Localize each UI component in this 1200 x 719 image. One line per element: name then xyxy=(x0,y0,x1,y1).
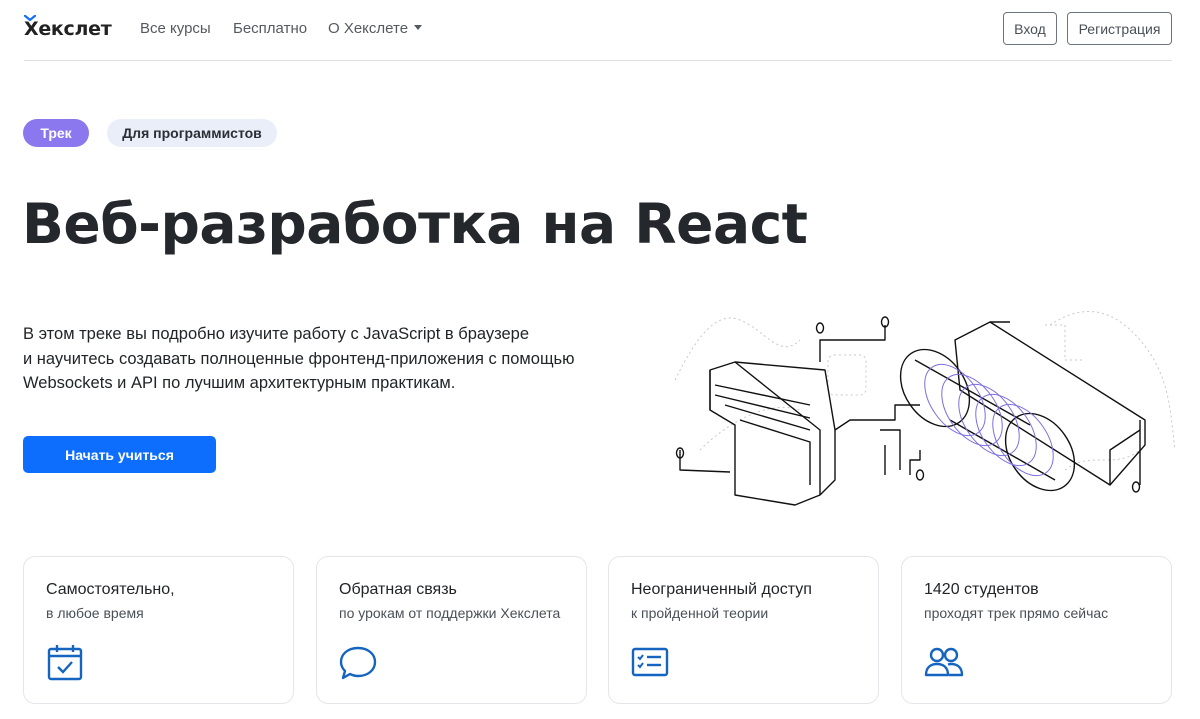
feature-card-feedback: Обратная связь по урокам от поддержки Хе… xyxy=(316,556,587,704)
hero-description: В этом треке вы подробно изучите работу … xyxy=(23,322,623,396)
feature-subtitle: к пройденной теории xyxy=(631,605,769,621)
start-learning-button[interactable]: Начать учиться xyxy=(23,436,216,473)
calendar-check-icon xyxy=(47,645,83,681)
feature-card-self-paced: Самостоятельно, в любое время xyxy=(23,556,294,704)
login-button[interactable]: Вход xyxy=(1003,12,1057,45)
hero-illustration xyxy=(674,311,1176,506)
logo-text: Хекслет xyxy=(24,18,112,40)
feature-title: Обратная связь xyxy=(339,581,457,598)
chat-bubble-icon xyxy=(339,646,377,680)
feature-title: Неограниченный доступ xyxy=(631,581,812,598)
page-title: Веб-разработка на React xyxy=(22,192,808,256)
nav-about-dropdown[interactable]: О Хекслете xyxy=(328,20,423,37)
feature-card-unlimited-access: Неограниченный доступ к пройденной теори… xyxy=(608,556,879,704)
nav-all-courses[interactable]: Все курсы xyxy=(140,20,211,37)
feature-title: 1420 студентов xyxy=(924,581,1039,598)
navbar: Хекслет Все курсы Бесплатно О Хекслете В… xyxy=(24,0,1172,61)
audience-badge: Для программистов xyxy=(107,119,277,147)
nav-free[interactable]: Бесплатно xyxy=(233,20,307,37)
caret-down-icon xyxy=(414,25,423,30)
feature-subtitle: по урокам от поддержки Хекслета xyxy=(339,605,561,621)
feature-card-students: 1420 студентов проходят трек прямо сейча… xyxy=(901,556,1172,704)
checklist-icon xyxy=(631,647,669,677)
feature-subtitle: в любое время xyxy=(46,605,144,621)
hexlet-logo[interactable]: Хекслет xyxy=(24,15,112,41)
feature-subtitle: проходят трек прямо сейчас xyxy=(924,605,1109,621)
track-badge: Трек xyxy=(23,119,89,147)
logo-mark-icon xyxy=(24,15,36,22)
description-line: В этом треке вы подробно изучите работу … xyxy=(23,325,530,343)
description-line: Websockets и API по лучшим архитектурным… xyxy=(23,374,456,392)
people-icon xyxy=(924,647,964,677)
feature-title: Самостоятельно, xyxy=(46,581,175,598)
description-line: и научитесь создавать полноценные фронте… xyxy=(23,349,575,368)
register-button[interactable]: Регистрация xyxy=(1067,12,1172,45)
nav-about-label: О Хекслете xyxy=(328,20,409,37)
